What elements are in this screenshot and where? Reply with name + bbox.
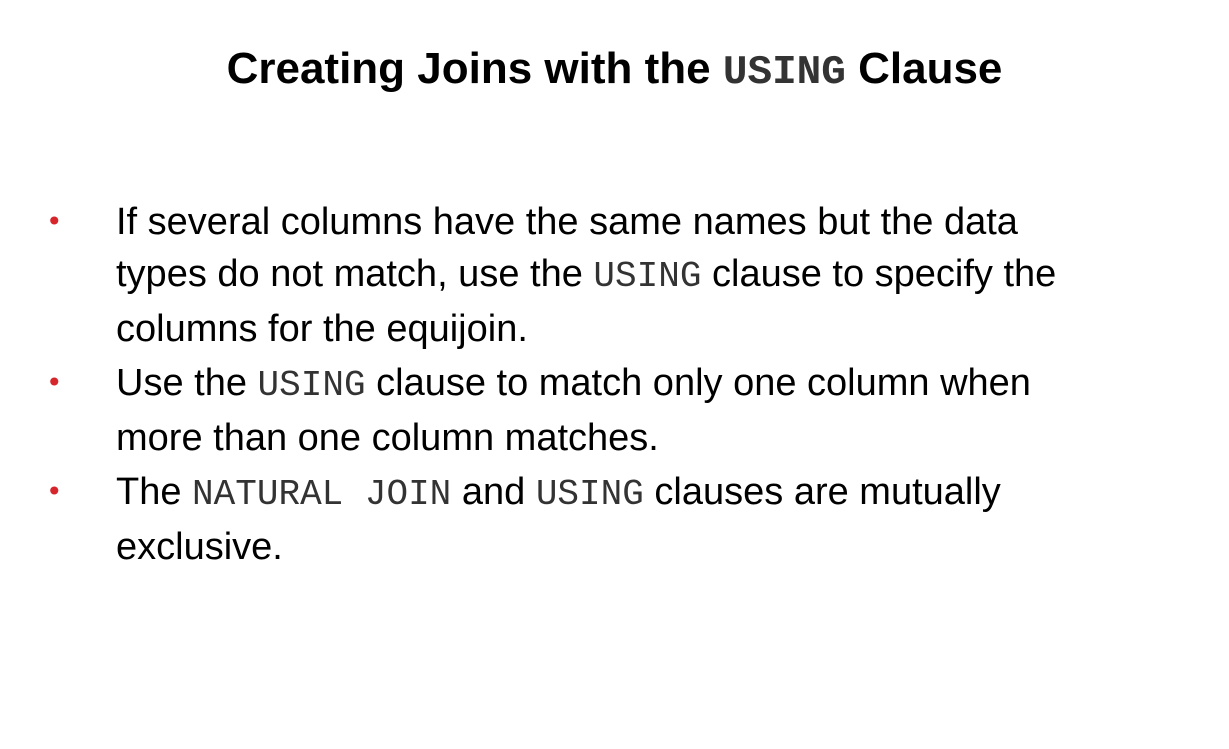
bullet-line: Use the USING clause to match only one c… xyxy=(116,357,1189,412)
bullet-dot-icon: • xyxy=(46,205,63,238)
bullet-line: If several columns have the same names b… xyxy=(116,196,1189,248)
code-keyword: USING xyxy=(257,365,366,406)
bullet-item: • The NATURAL JOIN and USING clauses are … xyxy=(0,466,1229,573)
bullet-text: clause to specify the xyxy=(701,253,1057,295)
bullet-text: Use the xyxy=(116,362,258,404)
slide: Creating Joins with the USING Clause • If… xyxy=(0,0,1229,749)
slide-title-code: USING xyxy=(722,50,846,96)
slide-title-prefix: Creating Joins with the xyxy=(226,44,723,93)
code-keyword: USING xyxy=(535,474,644,515)
bullet-text: The xyxy=(116,471,193,513)
bullet-line: exclusive. xyxy=(116,521,1189,573)
bullet-line: The NATURAL JOIN and USING clauses are m… xyxy=(116,466,1189,521)
bullet-item: • If several columns have the same names … xyxy=(0,196,1229,355)
bullet-text: and xyxy=(451,471,536,513)
bullet-dot-icon: • xyxy=(46,475,63,508)
bullet-text: types do not match, use the xyxy=(116,253,594,295)
bullet-text: clause to match only one column when xyxy=(365,362,1031,404)
bullet-dot-icon: • xyxy=(46,366,63,399)
bullet-list: • If several columns have the same names … xyxy=(0,196,1229,575)
bullet-item: • Use the USING clause to match only one … xyxy=(0,357,1229,464)
bullet-text: If several columns have the same names b… xyxy=(116,201,1018,243)
bullet-line: columns for the equijoin. xyxy=(116,303,1189,355)
code-keyword: NATURAL JOIN xyxy=(192,474,452,515)
bullet-line: more than one column matches. xyxy=(116,412,1189,464)
slide-title-suffix: Clause xyxy=(845,44,1003,93)
bullet-text: columns for the equijoin. xyxy=(116,308,528,350)
slide-title: Creating Joins with the USING Clause xyxy=(0,40,1229,102)
bullet-text: more than one column matches. xyxy=(116,417,659,459)
bullet-text: clauses are mutually xyxy=(643,471,1001,513)
bullet-text: exclusive. xyxy=(116,526,283,568)
code-keyword: USING xyxy=(593,256,702,297)
bullet-line: types do not match, use the USING clause… xyxy=(116,248,1189,303)
